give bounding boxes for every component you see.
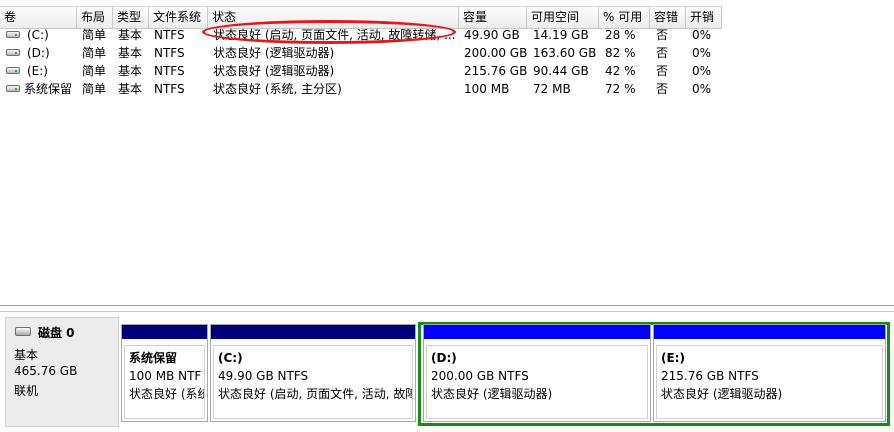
volume-percent-free: 72 %: [605, 82, 636, 96]
partition-bar: [122, 325, 207, 339]
column-header-layout[interactable]: 布局: [77, 7, 113, 28]
volume-overhead: 0%: [692, 82, 712, 96]
volume-free-space: 72 MB: [533, 82, 571, 96]
partition-status: 状态良好 (逻辑驱动器): [661, 387, 783, 401]
volume-capacity: 100 MB: [464, 82, 510, 96]
volume-layout: 简单: [82, 46, 107, 60]
partition-e[interactable]: (E:) 215.76 GB NTFS 状态良好 (逻辑驱动器): [653, 324, 886, 422]
drive-icon: [6, 85, 20, 92]
volume-status: 状态良好 (逻辑驱动器): [213, 46, 335, 60]
volume-type: 基本: [118, 64, 143, 78]
volume-name: (D:): [27, 46, 50, 60]
partition-details: (D:) 200.00 GB NTFS 状态良好 (逻辑驱动器): [426, 345, 648, 419]
volume-filesystem: NTFS: [154, 46, 185, 60]
volume-free-space: 90.44 GB: [533, 64, 589, 78]
volume-overhead: 0%: [692, 28, 712, 42]
disk-name: 磁盘 0: [38, 326, 75, 340]
column-header-volume[interactable]: 卷: [0, 7, 77, 28]
disk-size: 465.76 GB: [14, 364, 78, 378]
volume-capacity: 49.90 GB: [464, 28, 520, 42]
volume-capacity: 215.76 GB: [464, 64, 528, 78]
column-header-fault-tolerance[interactable]: 容错: [650, 7, 686, 28]
volume-type: 基本: [118, 82, 143, 96]
partition-details: 系统保留 100 MB NTF 状态良好 (系统: [124, 345, 205, 419]
partition-bar: [654, 325, 885, 339]
divider: [0, 311, 894, 312]
volume-percent-free: 28 %: [605, 28, 636, 42]
partition-size: 215.76 GB NTFS: [661, 369, 759, 383]
column-header-capacity[interactable]: 容量: [459, 7, 527, 28]
partition-title: 系统保留: [129, 351, 178, 365]
volume-type: 基本: [118, 46, 143, 60]
annotation-ellipse: [202, 20, 456, 44]
volume-filesystem: NTFS: [154, 64, 185, 78]
volume-free-space: 163.60 GB: [533, 46, 597, 60]
disk-type: 基本: [14, 348, 39, 362]
volume-filesystem: NTFS: [154, 82, 185, 96]
volume-overhead: 0%: [692, 64, 712, 78]
volume-filesystem: NTFS: [154, 28, 185, 42]
partition-title: (C:): [218, 351, 243, 365]
volume-status: 状态良好 (逻辑驱动器): [213, 64, 335, 78]
disk-graphical-view: 磁盘 0 基本 465.76 GB 联机 系统保留 100 MB NTF 状态良…: [0, 306, 894, 432]
volume-layout: 简单: [82, 28, 107, 42]
volume-percent-free: 82 %: [605, 46, 636, 60]
partition-size: 200.00 GB NTFS: [431, 369, 529, 383]
drive-icon: [6, 49, 20, 56]
partition-status: 状态良好 (逻辑驱动器): [431, 387, 553, 401]
volume-type: 基本: [118, 28, 143, 42]
partition-status: 状态良好 (系统: [129, 387, 205, 401]
disk-icon: [15, 327, 31, 336]
table-row[interactable]: 系统保留 简单 基本 NTFS 状态良好 (系统, 主分区) 100 MB 72…: [0, 80, 722, 98]
column-header-overhead[interactable]: 开销: [686, 7, 722, 28]
volume-name: (E:): [27, 64, 48, 78]
column-header-free-space[interactable]: 可用空间: [527, 7, 599, 28]
volume-fault-tolerance: 否: [656, 28, 669, 42]
partition-status: 状态良好 (启动, 页面文件, 活动, 故障: [218, 387, 413, 401]
volume-free-space: 14.19 GB: [533, 28, 589, 42]
column-header-percent-free[interactable]: % 可用: [599, 7, 650, 28]
volume-overhead: 0%: [692, 46, 712, 60]
partition-d[interactable]: (D:) 200.00 GB NTFS 状态良好 (逻辑驱动器): [423, 324, 651, 422]
partition-c[interactable]: (C:) 49.90 GB NTFS 状态良好 (启动, 页面文件, 活动, 故…: [210, 324, 416, 422]
volume-name: (C:): [27, 28, 49, 42]
volume-list: 卷 布局 类型 文件系统 状态 容量 可用空间 % 可用 容错 开销 (C:) …: [0, 0, 894, 306]
partition-title: (D:): [431, 351, 457, 365]
volume-fault-tolerance: 否: [656, 64, 669, 78]
disk-state: 联机: [14, 384, 39, 398]
volume-fault-tolerance: 否: [656, 46, 669, 60]
volume-percent-free: 42 %: [605, 64, 636, 78]
drive-icon: [6, 67, 20, 74]
partition-details: (C:) 49.90 GB NTFS 状态良好 (启动, 页面文件, 活动, 故…: [213, 345, 413, 419]
volume-layout: 简单: [82, 82, 107, 96]
volume-capacity: 200.00 GB: [464, 46, 528, 60]
volume-layout: 简单: [82, 64, 107, 78]
volume-status: 状态良好 (系统, 主分区): [213, 82, 342, 96]
partition-size: 100 MB NTF: [129, 369, 202, 383]
partition-title: (E:): [661, 351, 685, 365]
partition-details: (E:) 215.76 GB NTFS 状态良好 (逻辑驱动器): [656, 345, 883, 419]
partition-bar: [211, 325, 415, 339]
column-header-filesystem[interactable]: 文件系统: [149, 7, 208, 28]
partition-bar: [424, 325, 650, 339]
drive-icon: [6, 31, 20, 38]
volume-name: 系统保留: [24, 82, 73, 96]
column-header-type[interactable]: 类型: [113, 7, 149, 28]
partition-size: 49.90 GB NTFS: [218, 369, 309, 383]
disk-info-panel[interactable]: 磁盘 0 基本 465.76 GB 联机: [5, 317, 119, 427]
table-row[interactable]: (E:) 简单 基本 NTFS 状态良好 (逻辑驱动器) 215.76 GB 9…: [0, 62, 722, 80]
table-row[interactable]: (D:) 简单 基本 NTFS 状态良好 (逻辑驱动器) 200.00 GB 1…: [0, 44, 722, 62]
partition-system-reserved[interactable]: 系统保留 100 MB NTF 状态良好 (系统: [121, 324, 208, 422]
volume-fault-tolerance: 否: [656, 82, 669, 96]
